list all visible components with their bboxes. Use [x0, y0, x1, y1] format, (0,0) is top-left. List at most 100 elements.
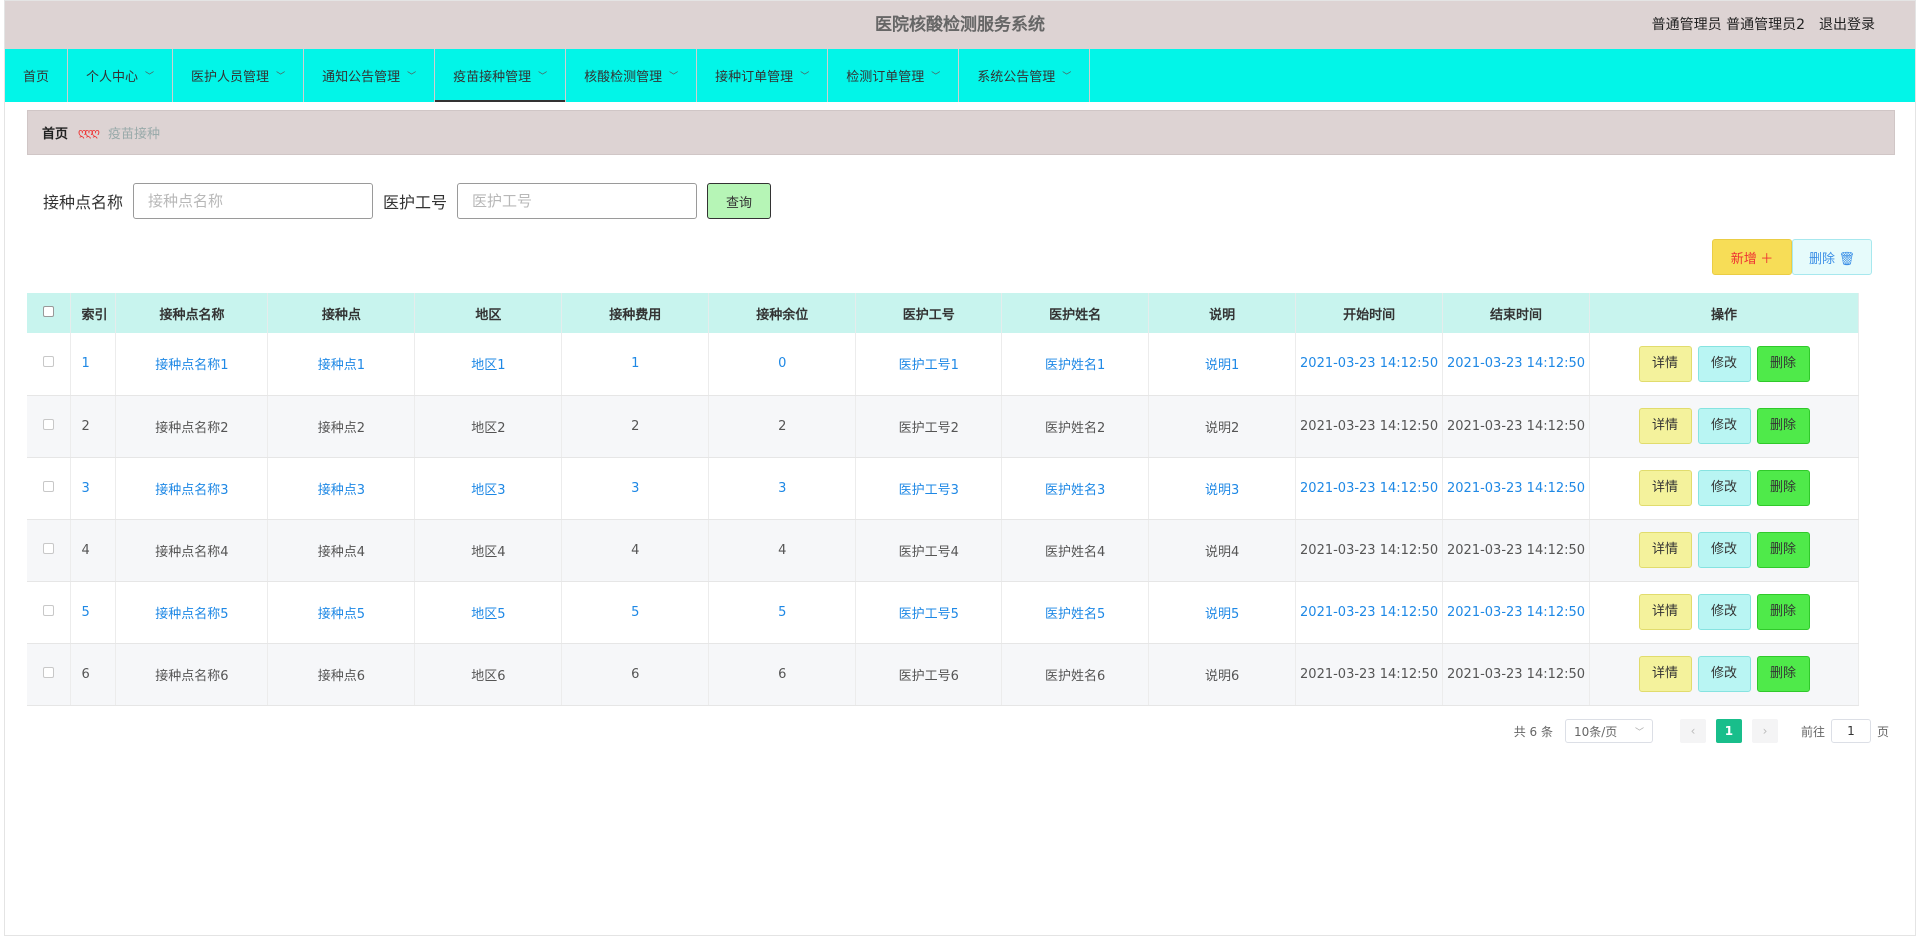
add-button[interactable]: 新增 ＋ [1712, 239, 1792, 275]
detail-button[interactable]: 详情 [1638, 594, 1692, 630]
nav-item-3[interactable]: 通知公告管理 ﹀ [304, 49, 436, 102]
nav-item-label: 系统公告管理 [977, 70, 1056, 85]
table-cell: 5 [708, 581, 857, 644]
goto-page-input[interactable] [1830, 719, 1871, 743]
delete-button[interactable]: 删除 [1756, 470, 1810, 506]
page-size-value: 10条/页 [1573, 724, 1618, 739]
row-select-cell [27, 333, 72, 396]
column-header: 操作 [1589, 293, 1859, 333]
table-cell: 说明5 [1148, 581, 1297, 644]
table-row[interactable]: 4 接种点名称4 接种点4 地区4 4 4 医护工号4 医护姓名4 说明4 2021-03-23 … [27, 519, 1859, 582]
delete-button[interactable]: 删除 [1756, 345, 1810, 382]
table-cell: 2 [561, 395, 710, 458]
goto-prefix: 前往 [1800, 724, 1825, 739]
next-page-button[interactable]: › [1751, 719, 1778, 743]
table-cell: 2021-03-23 14:12:50 [1442, 457, 1591, 520]
chevron-down-icon: ﹀ [1634, 727, 1644, 738]
detail-button[interactable]: 详情 [1638, 532, 1692, 568]
chevron-down-icon: ﹀ [538, 72, 548, 82]
table-cell: 医护工号4 [855, 519, 1003, 582]
table-row[interactable]: 3 接种点名称3 接种点3 地区3 3 3 医护工号3 医护姓名3 说明3 2021-03-23 … [27, 457, 1859, 520]
table-cell: 2021-03-23 14:12:50 [1295, 519, 1444, 582]
select-all-checkbox[interactable] [43, 305, 55, 317]
table-cell: 说明1 [1148, 333, 1297, 396]
row-actions: 详情 修改 删除 [1589, 581, 1859, 644]
table-cell: 1 [561, 333, 710, 396]
row-checkbox[interactable] [43, 356, 55, 368]
table-cell: 接种点名称4 [115, 519, 269, 582]
edit-button[interactable]: 修改 [1697, 345, 1751, 382]
delete-button[interactable]: 删除 [1756, 594, 1810, 630]
column-header: 接种余位 [708, 293, 857, 333]
breadcrumb-home[interactable]: 首页 [42, 123, 68, 142]
nav-item-label: 个人中心 [86, 70, 139, 85]
edit-button[interactable]: 修改 [1697, 594, 1751, 630]
row-checkbox[interactable] [43, 666, 55, 678]
column-header: 接种费用 [561, 293, 710, 333]
table-row[interactable]: 5 接种点名称5 接种点5 地区5 5 5 医护工号5 医护姓名5 说明5 2021-03-23 … [27, 581, 1859, 644]
nav-item-2[interactable]: 医护人员管理 ﹀ [173, 49, 305, 102]
edit-button[interactable]: 修改 [1697, 656, 1751, 692]
pagination: 共 6 条 10条/页 ﹀ ‹ 1 › 前往 页 [1514, 719, 1889, 743]
row-checkbox[interactable] [43, 480, 55, 492]
table-cell: 5 [70, 581, 117, 644]
table-row[interactable]: 6 接种点名称6 接种点6 地区6 6 6 医护工号6 医护姓名6 说明6 2021-03-23 … [27, 643, 1859, 706]
table-cell: 接种点4 [267, 519, 416, 582]
table-cell: 医护姓名2 [1001, 395, 1150, 458]
nav-item-4[interactable]: 疫苗接种管理 ﹀ [435, 49, 567, 102]
select-all-cell [27, 293, 72, 333]
edit-button[interactable]: 修改 [1697, 408, 1751, 444]
nav-item-7[interactable]: 检测订单管理 ﹀ [828, 49, 960, 102]
top-header: 医院核酸检测服务系统 普通管理员 普通管理员2 退出登录 [5, 1, 1915, 49]
table-cell: 接种点名称3 [115, 457, 269, 520]
column-header: 说明 [1148, 293, 1297, 333]
row-checkbox[interactable] [43, 604, 55, 616]
nav-item-0[interactable]: 首页 [5, 49, 69, 102]
edit-button[interactable]: 修改 [1697, 470, 1751, 506]
chevron-down-icon: ﹀ [669, 72, 679, 82]
staff-id-input[interactable] [457, 183, 698, 219]
table-cell: 2021-03-23 14:12:50 [1442, 395, 1591, 458]
table-cell: 地区1 [414, 333, 563, 396]
detail-button[interactable]: 详情 [1638, 408, 1692, 444]
logout-link[interactable]: 退出登录 [1819, 1, 1875, 49]
table-cell: 接种点1 [267, 333, 416, 396]
edit-button[interactable]: 修改 [1697, 532, 1751, 568]
row-select-cell [27, 643, 72, 706]
delete-button[interactable]: 删除 [1756, 656, 1810, 692]
nav-item-label: 核酸检测管理 [584, 70, 663, 85]
batch-delete-button[interactable]: 删除 🗑 [1792, 239, 1872, 275]
query-button[interactable]: 查询 [707, 183, 772, 219]
column-header: 开始时间 [1295, 293, 1444, 333]
nav-item-8[interactable]: 系统公告管理 ﹀ [959, 49, 1091, 102]
delete-button[interactable]: 删除 [1756, 532, 1810, 568]
table-cell: 4 [561, 519, 710, 582]
nav-item-1[interactable]: 个人中心 ﹀ [68, 49, 174, 102]
column-header: 接种点名称 [115, 293, 269, 333]
detail-button[interactable]: 详情 [1638, 656, 1692, 692]
nav-item-6[interactable]: 接种订单管理 ﹀ [697, 49, 829, 102]
table-cell: 医护工号3 [855, 457, 1003, 520]
table-cell: 医护姓名3 [1001, 457, 1150, 520]
page-number-active[interactable]: 1 [1715, 719, 1742, 743]
prev-page-button[interactable]: ‹ [1679, 719, 1706, 743]
row-checkbox[interactable] [43, 418, 55, 430]
nav-item-5[interactable]: 核酸检测管理 ﹀ [566, 49, 698, 102]
table-cell: 说明6 [1148, 643, 1297, 706]
page-size-select[interactable]: 10条/页 ﹀ [1564, 719, 1653, 743]
table-row[interactable]: 2 接种点名称2 接种点2 地区2 2 2 医护工号2 医护姓名2 说明2 2021-03-23 … [27, 395, 1859, 458]
row-actions: 详情 修改 删除 [1589, 519, 1859, 582]
table-cell: 医护工号1 [855, 333, 1003, 396]
site-name-input[interactable] [133, 183, 374, 219]
table-row[interactable]: 1 接种点名称1 接种点1 地区1 1 0 医护工号1 医护姓名1 说明1 2021-03-23 … [27, 333, 1859, 396]
staff-id-label: 医护工号 [383, 193, 448, 212]
search-bar: 接种点名称 医护工号 查询 [43, 183, 772, 219]
table-cell: 地区4 [414, 519, 563, 582]
detail-button[interactable]: 详情 [1638, 470, 1692, 506]
chevron-down-icon: ﹀ [800, 72, 810, 82]
detail-button[interactable]: 详情 [1638, 345, 1692, 382]
delete-button[interactable]: 删除 [1756, 408, 1810, 444]
table-cell: 说明4 [1148, 519, 1297, 582]
table-cell: 接种点名称2 [115, 395, 269, 458]
row-checkbox[interactable] [43, 542, 55, 554]
